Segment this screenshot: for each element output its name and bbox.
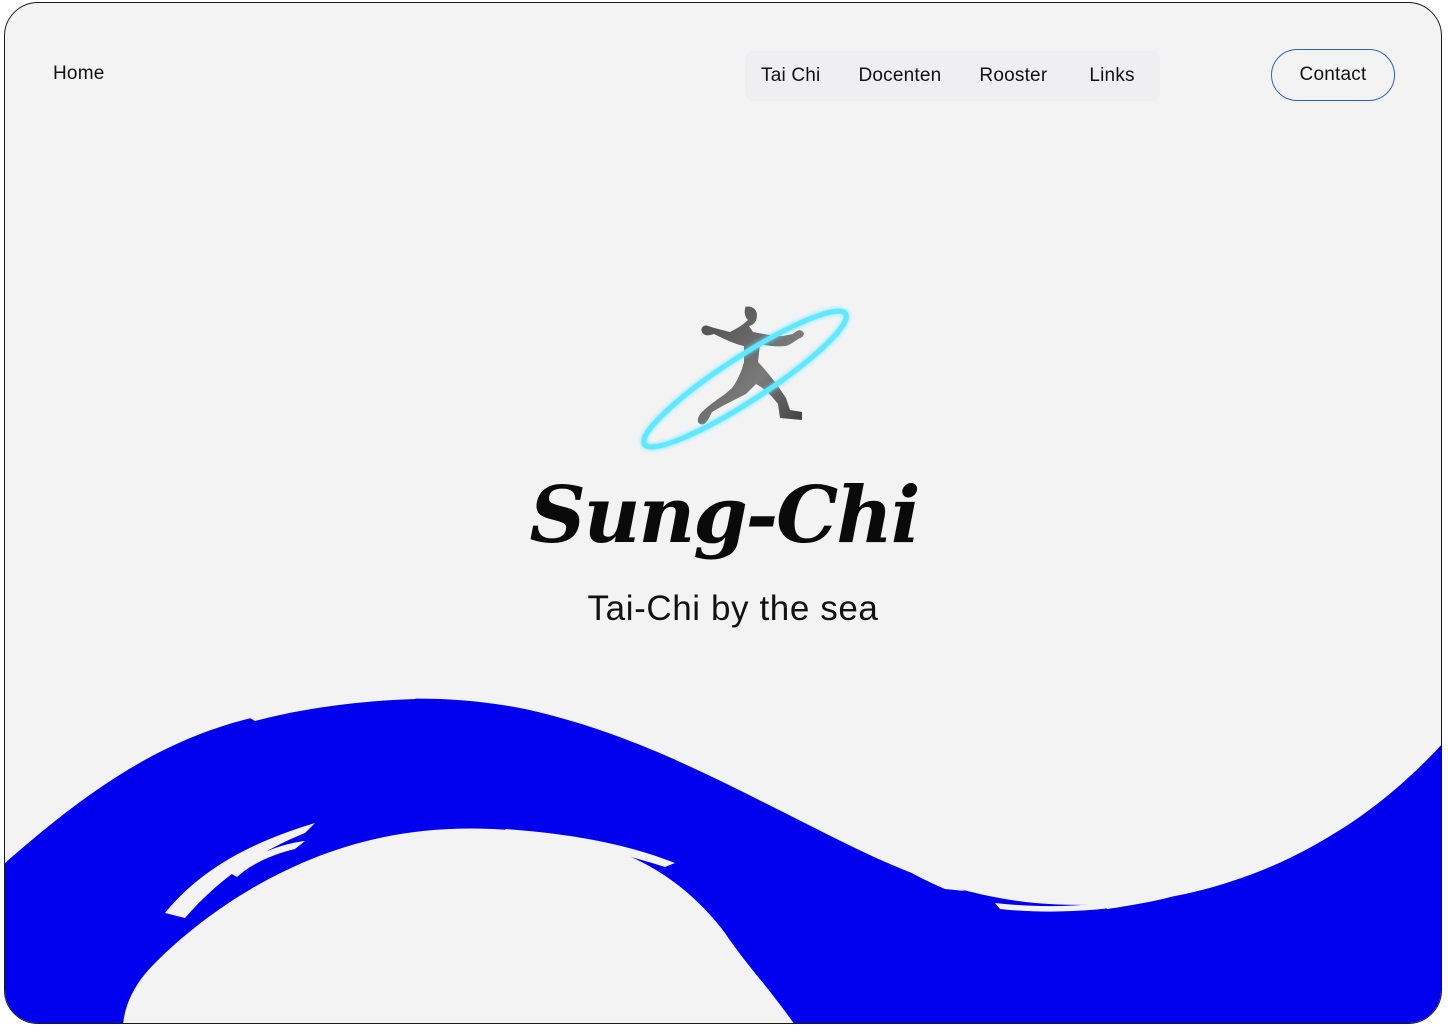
- nav-link-links[interactable]: Links: [1076, 65, 1147, 87]
- brush-stroke-wave: [5, 693, 1441, 1023]
- nav-link-rooster[interactable]: Rooster: [966, 65, 1060, 87]
- contact-button[interactable]: Contact: [1271, 49, 1395, 101]
- nav-link-tai-chi[interactable]: Tai Chi: [757, 65, 833, 87]
- nav-home-link[interactable]: Home: [53, 63, 104, 85]
- site-subtitle: Tai-Chi by the sea: [587, 589, 879, 628]
- site-title: Sung-Chi: [529, 470, 920, 561]
- nav-link-docenten[interactable]: Docenten: [845, 65, 954, 87]
- main-nav: Tai Chi Docenten Rooster Links: [745, 51, 1160, 101]
- tai-chi-logo-icon: [641, 306, 849, 450]
- page-frame: Home Tai Chi Docenten Rooster Links Cont…: [4, 2, 1442, 1024]
- nav-pill: Tai Chi Docenten Rooster Links: [745, 51, 1160, 101]
